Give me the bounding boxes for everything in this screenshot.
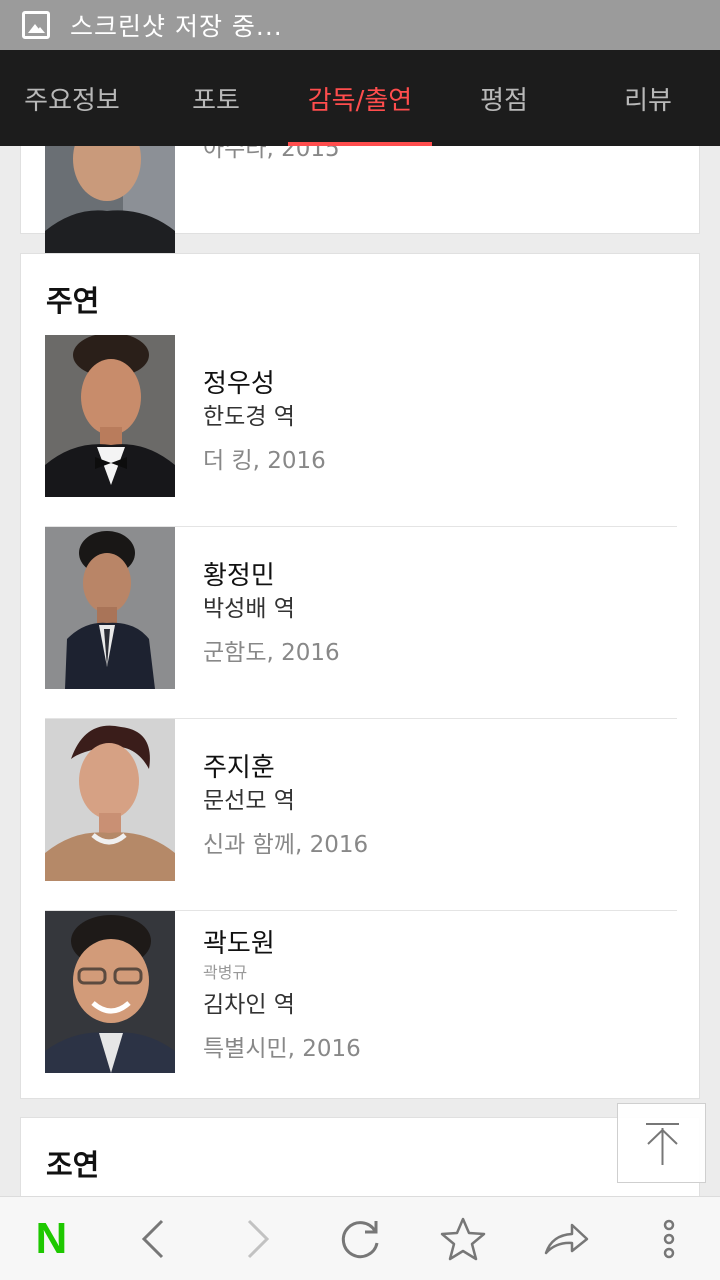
cast-photo	[45, 335, 175, 497]
supporting-section-title: 조연	[46, 1148, 100, 1182]
cast-name: 황정민	[203, 561, 275, 591]
cast-work: 군함도, 2016	[203, 640, 340, 666]
tab-photo[interactable]: 포토	[144, 50, 288, 146]
share-icon	[544, 1223, 588, 1254]
bottom-toolbar: N	[0, 1196, 720, 1280]
share-button[interactable]	[514, 1197, 617, 1280]
refresh-button[interactable]	[309, 1197, 412, 1280]
refresh-icon	[341, 1220, 379, 1258]
gallery-icon	[22, 11, 50, 39]
tab-main-info[interactable]: 주요정보	[0, 50, 144, 146]
director-card: 아수라, 2015	[20, 146, 700, 261]
cast-role: 김차인 역	[203, 992, 295, 1018]
cast-work: 더 킹, 2016	[203, 448, 326, 474]
tab-rating[interactable]: 평점	[432, 50, 576, 146]
cast-real-name: 곽병규	[203, 963, 248, 982]
cast-role: 한도경 역	[203, 404, 295, 430]
lead-cast-card: 주연 정우성 한도경 역 더 킹, 2016 황정민 박성배 역 군함도, 20…	[20, 253, 700, 1099]
content-area[interactable]: 아수라, 2015 주연 정우성 한도경 역 더 킹, 2016 황정민 박성배…	[0, 146, 720, 1196]
director-photo	[45, 146, 175, 261]
naver-logo-icon: N	[35, 1213, 68, 1263]
cast-item[interactable]: 정우성 한도경 역 더 킹, 2016	[45, 335, 677, 527]
tab-director-cast[interactable]: 감독/출연	[288, 50, 432, 146]
cast-work: 신과 함께, 2016	[203, 832, 369, 858]
cast-name: 주지훈	[203, 753, 275, 783]
cast-photo	[45, 719, 175, 881]
cast-work: 특별시민, 2016	[203, 1036, 361, 1062]
cast-item[interactable]: 주지훈 문선모 역 신과 함께, 2016	[45, 719, 677, 911]
cast-photo	[45, 911, 175, 1073]
tab-review[interactable]: 리뷰	[576, 50, 720, 146]
cast-name: 정우성	[203, 369, 275, 399]
status-bar: 스크린샷 저장 중...	[0, 0, 720, 50]
cast-photo	[45, 527, 175, 689]
scroll-top-button[interactable]	[617, 1103, 706, 1183]
cast-item[interactable]: 곽도원 곽병규 김차인 역 특별시민, 2016	[45, 911, 677, 1103]
back-button[interactable]	[103, 1197, 206, 1280]
more-icon	[663, 1219, 674, 1258]
cast-item[interactable]: 황정민 박성배 역 군함도, 2016	[45, 527, 677, 719]
status-message: 스크린샷 저장 중...	[70, 12, 283, 41]
supporting-cast-card: 조연	[20, 1117, 700, 1196]
arrow-up-icon	[646, 1123, 679, 1165]
star-icon	[440, 1217, 486, 1260]
director-work: 아수라, 2015	[203, 146, 340, 162]
naver-home-button[interactable]: N	[0, 1197, 103, 1280]
back-icon	[142, 1219, 164, 1258]
tab-bar: 주요정보 포토 감독/출연 평점 리뷰	[0, 50, 720, 146]
lead-section-title: 주연	[46, 284, 100, 318]
cast-name: 곽도원	[203, 929, 275, 959]
forward-icon	[248, 1219, 270, 1258]
cast-role: 문선모 역	[203, 788, 295, 814]
cast-role: 박성배 역	[203, 596, 295, 622]
bookmark-button[interactable]	[411, 1197, 514, 1280]
more-button[interactable]	[617, 1197, 720, 1280]
forward-button[interactable]	[206, 1197, 309, 1280]
